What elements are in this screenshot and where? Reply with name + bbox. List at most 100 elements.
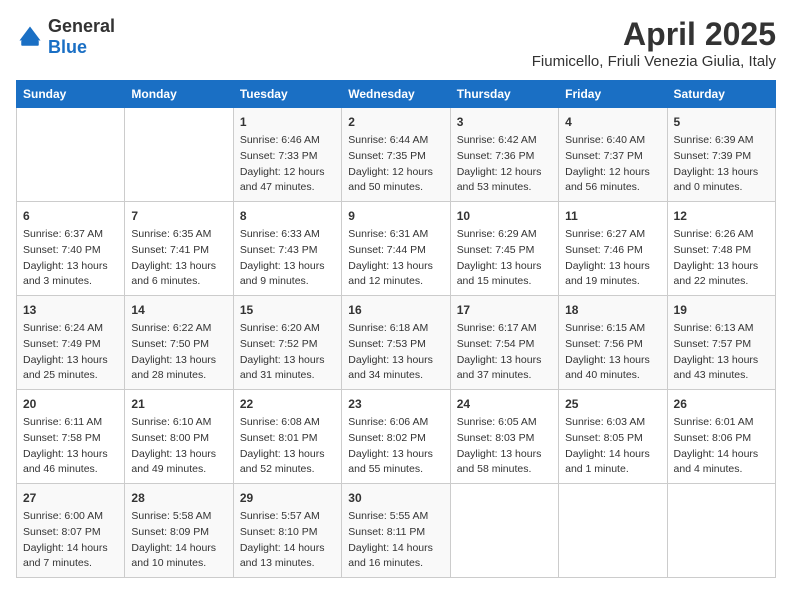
day-info: Sunrise: 6:42 AMSunset: 7:36 PMDaylight:… xyxy=(457,133,552,196)
day-info: Sunrise: 6:03 AMSunset: 8:05 PMDaylight:… xyxy=(565,415,660,478)
header-monday: Monday xyxy=(125,81,233,108)
calendar-cell: 21Sunrise: 6:10 AMSunset: 8:00 PMDayligh… xyxy=(125,390,233,484)
day-number: 5 xyxy=(674,113,769,131)
day-number: 1 xyxy=(240,113,335,131)
calendar-cell xyxy=(17,108,125,202)
day-info: Sunrise: 6:26 AMSunset: 7:48 PMDaylight:… xyxy=(674,227,769,290)
calendar-week-1: 1 Sunrise: 6:46 AMSunset: 7:33 PMDaylight… xyxy=(17,108,776,202)
logo-text-blue: Blue xyxy=(48,37,87,57)
calendar-cell: 12 Sunrise: 6:26 AMSunset: 7:48 PMDayligh… xyxy=(667,202,775,296)
day-number: 12 xyxy=(674,207,769,225)
day-number: 19 xyxy=(674,301,769,319)
header-sunday: Sunday xyxy=(17,81,125,108)
logo-icon xyxy=(16,23,44,51)
calendar-cell: 5 Sunrise: 6:39 AMSunset: 7:39 PMDaylight… xyxy=(667,108,775,202)
day-number: 26 xyxy=(674,395,769,413)
calendar-cell: 14 Sunrise: 6:22 AMSunset: 7:50 PMDayligh… xyxy=(125,296,233,390)
day-number: 23 xyxy=(348,395,443,413)
calendar-cell: 9 Sunrise: 6:31 AMSunset: 7:44 PMDaylight… xyxy=(342,202,450,296)
calendar-cell: 24 Sunrise: 6:05 AMSunset: 8:03 PMDayligh… xyxy=(450,390,558,484)
day-number: 28 xyxy=(131,489,226,507)
day-number: 27 xyxy=(23,489,118,507)
day-number: 20 xyxy=(23,395,118,413)
header-thursday: Thursday xyxy=(450,81,558,108)
day-number: 22 xyxy=(240,395,335,413)
day-number: 11 xyxy=(565,207,660,225)
day-info: Sunrise: 6:31 AMSunset: 7:44 PMDaylight:… xyxy=(348,227,443,290)
day-number: 24 xyxy=(457,395,552,413)
day-info: Sunrise: 6:10 AMSunset: 8:00 PMDaylight:… xyxy=(131,415,226,478)
calendar-cell: 11Sunrise: 6:27 AMSunset: 7:46 PMDayligh… xyxy=(559,202,667,296)
day-number: 25 xyxy=(565,395,660,413)
calendar-cell: 2 Sunrise: 6:44 AMSunset: 7:35 PMDaylight… xyxy=(342,108,450,202)
day-number: 10 xyxy=(457,207,552,225)
day-info: Sunrise: 6:06 AMSunset: 8:02 PMDaylight:… xyxy=(348,415,443,478)
calendar-cell: 4 Sunrise: 6:40 AMSunset: 7:37 PMDaylight… xyxy=(559,108,667,202)
day-info: Sunrise: 6:15 AMSunset: 7:56 PMDaylight:… xyxy=(565,321,660,384)
day-number: 7 xyxy=(131,207,226,225)
calendar-cell: 28 Sunrise: 5:58 AMSunset: 8:09 PMDayligh… xyxy=(125,484,233,578)
calendar-week-3: 13Sunrise: 6:24 AMSunset: 7:49 PMDayligh… xyxy=(17,296,776,390)
calendar-week-5: 27Sunrise: 6:00 AMSunset: 8:07 PMDayligh… xyxy=(17,484,776,578)
calendar-cell: 15Sunrise: 6:20 AMSunset: 7:52 PMDayligh… xyxy=(233,296,341,390)
day-info: Sunrise: 6:13 AMSunset: 7:57 PMDaylight:… xyxy=(674,321,769,384)
day-info: Sunrise: 6:22 AMSunset: 7:50 PMDaylight:… xyxy=(131,321,226,384)
day-info: Sunrise: 6:44 AMSunset: 7:35 PMDaylight:… xyxy=(348,133,443,196)
day-number: 9 xyxy=(348,207,443,225)
calendar-cell: 8Sunrise: 6:33 AMSunset: 7:43 PMDaylight… xyxy=(233,202,341,296)
day-info: Sunrise: 6:01 AMSunset: 8:06 PMDaylight:… xyxy=(674,415,769,478)
calendar-cell: 16 Sunrise: 6:18 AMSunset: 7:53 PMDayligh… xyxy=(342,296,450,390)
day-number: 13 xyxy=(23,301,118,319)
calendar-week-2: 6 Sunrise: 6:37 AMSunset: 7:40 PMDaylight… xyxy=(17,202,776,296)
day-number: 14 xyxy=(131,301,226,319)
day-info: Sunrise: 6:46 AMSunset: 7:33 PMDaylight:… xyxy=(240,133,335,196)
calendar-cell: 10 Sunrise: 6:29 AMSunset: 7:45 PMDayligh… xyxy=(450,202,558,296)
calendar-cell xyxy=(125,108,233,202)
day-number: 3 xyxy=(457,113,552,131)
day-info: Sunrise: 6:11 AMSunset: 7:58 PMDaylight:… xyxy=(23,415,118,478)
logo-text-general: General xyxy=(48,16,115,36)
day-info: Sunrise: 6:05 AMSunset: 8:03 PMDaylight:… xyxy=(457,415,552,478)
calendar-cell: 17Sunrise: 6:17 AMSunset: 7:54 PMDayligh… xyxy=(450,296,558,390)
header-wednesday: Wednesday xyxy=(342,81,450,108)
calendar-cell: 7 Sunrise: 6:35 AMSunset: 7:41 PMDaylight… xyxy=(125,202,233,296)
day-number: 2 xyxy=(348,113,443,131)
logo: General Blue xyxy=(16,16,115,58)
calendar-cell: 26 Sunrise: 6:01 AMSunset: 8:06 PMDayligh… xyxy=(667,390,775,484)
calendar-week-4: 20 Sunrise: 6:11 AMSunset: 7:58 PMDayligh… xyxy=(17,390,776,484)
day-info: Sunrise: 5:57 AMSunset: 8:10 PMDaylight:… xyxy=(240,509,335,572)
calendar-cell xyxy=(559,484,667,578)
page-title: April 2025 xyxy=(532,16,776,53)
day-number: 6 xyxy=(23,207,118,225)
title-block: April 2025 Fiumicello, Friuli Venezia Gi… xyxy=(532,16,776,70)
day-info: Sunrise: 6:37 AMSunset: 7:40 PMDaylight:… xyxy=(23,227,118,290)
calendar-cell: 19 Sunrise: 6:13 AMSunset: 7:57 PMDayligh… xyxy=(667,296,775,390)
page-header: General Blue April 2025 Fiumicello, Friu… xyxy=(16,16,776,70)
day-info: Sunrise: 6:40 AMSunset: 7:37 PMDaylight:… xyxy=(565,133,660,196)
calendar-cell xyxy=(450,484,558,578)
calendar-cell: 20 Sunrise: 6:11 AMSunset: 7:58 PMDayligh… xyxy=(17,390,125,484)
day-info: Sunrise: 6:29 AMSunset: 7:45 PMDaylight:… xyxy=(457,227,552,290)
day-info: Sunrise: 6:18 AMSunset: 7:53 PMDaylight:… xyxy=(348,321,443,384)
day-number: 18 xyxy=(565,301,660,319)
day-info: Sunrise: 6:35 AMSunset: 7:41 PMDaylight:… xyxy=(131,227,226,290)
page-subtitle: Fiumicello, Friuli Venezia Giulia, Italy xyxy=(532,53,776,70)
calendar-cell xyxy=(667,484,775,578)
calendar-cell: 30Sunrise: 5:55 AMSunset: 8:11 PMDayligh… xyxy=(342,484,450,578)
day-info: Sunrise: 5:58 AMSunset: 8:09 PMDaylight:… xyxy=(131,509,226,572)
calendar-cell: 1 Sunrise: 6:46 AMSunset: 7:33 PMDaylight… xyxy=(233,108,341,202)
day-info: Sunrise: 6:39 AMSunset: 7:39 PMDaylight:… xyxy=(674,133,769,196)
calendar-cell: 27Sunrise: 6:00 AMSunset: 8:07 PMDayligh… xyxy=(17,484,125,578)
header-friday: Friday xyxy=(559,81,667,108)
day-number: 16 xyxy=(348,301,443,319)
day-number: 8 xyxy=(240,207,335,225)
day-info: Sunrise: 5:55 AMSunset: 8:11 PMDaylight:… xyxy=(348,509,443,572)
calendar-cell: 25 Sunrise: 6:03 AMSunset: 8:05 PMDayligh… xyxy=(559,390,667,484)
day-number: 4 xyxy=(565,113,660,131)
day-number: 29 xyxy=(240,489,335,507)
calendar-cell: 23 Sunrise: 6:06 AMSunset: 8:02 PMDayligh… xyxy=(342,390,450,484)
header-tuesday: Tuesday xyxy=(233,81,341,108)
calendar-cell: 6 Sunrise: 6:37 AMSunset: 7:40 PMDaylight… xyxy=(17,202,125,296)
calendar-cell: 29 Sunrise: 5:57 AMSunset: 8:10 PMDayligh… xyxy=(233,484,341,578)
calendar-cell: 22Sunrise: 6:08 AMSunset: 8:01 PMDayligh… xyxy=(233,390,341,484)
